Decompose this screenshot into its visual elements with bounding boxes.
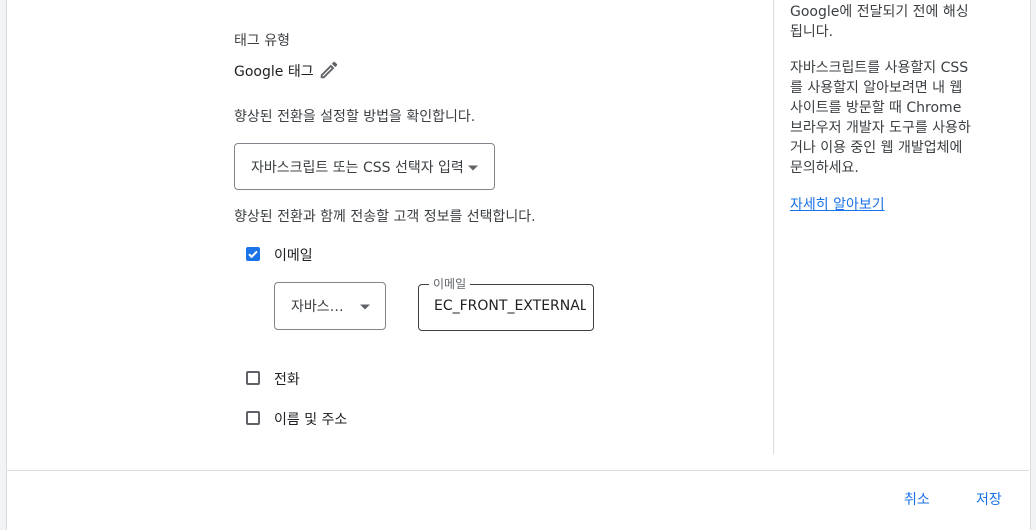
email-checkbox[interactable] [246,247,260,261]
sidebar-help-text: 자바스크립트를 사용할지 CSS를 사용할지 알아보려면 내 웹사이트를 방문할… [790,60,971,176]
caret-down-icon [360,304,370,310]
email-method-select[interactable]: 자바스크립트 변수 [274,282,386,330]
conversion-method-value: 자바스크립트 또는 CSS 선택자 입력 [251,159,464,176]
email-checkbox-label: 이메일 [274,248,313,264]
check-icon [248,250,258,259]
email-variable-field: 이메일 [418,277,594,331]
customer-info-question: 향상된 전환과 함께 전송할 고객 정보를 선택합니다. [234,209,536,225]
email-method-value: 자바스크립트 변수 [291,299,353,315]
tag-type-label: 태그 유형 [234,33,290,49]
conversion-method-question: 향상된 전환을 설정할 방법을 확인합니다. [234,109,476,125]
phone-checkbox-label: 전화 [274,372,300,388]
name-address-checkbox[interactable] [246,411,260,425]
name-address-checkbox-label: 이름 및 주소 [274,412,348,428]
learn-more-link[interactable]: 자세히 알아보기 [790,194,885,214]
email-variable-input[interactable] [434,298,586,314]
tag-type-value: Google 태그 [234,64,314,80]
sidebar-hashing-note: Google에 전달되기 전에 해싱됩니다. [790,4,969,40]
save-button[interactable]: 저장 [976,489,1002,509]
phone-checkbox[interactable] [246,371,260,385]
vertical-divider [773,0,774,454]
conversion-method-select[interactable]: 자바스크립트 또는 CSS 선택자 입력 [234,143,495,190]
pencil-icon[interactable] [318,59,340,81]
caret-down-icon [468,165,478,170]
cancel-button[interactable]: 취소 [904,489,930,509]
email-variable-label: 이메일 [429,277,471,291]
footer-divider [7,470,1029,471]
